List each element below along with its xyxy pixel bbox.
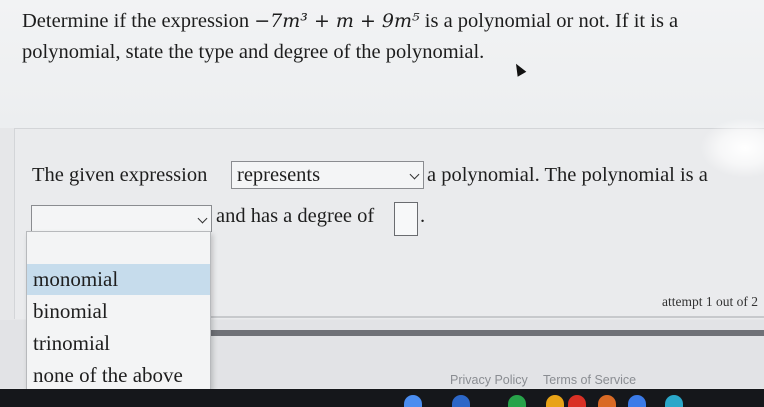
degree-input[interactable]	[394, 202, 418, 236]
app-icon[interactable]	[404, 395, 422, 407]
attempt-counter: attempt 1 out of 2	[662, 294, 758, 309]
app-icon[interactable]	[598, 395, 616, 407]
option-monomial[interactable]: monomial	[27, 264, 210, 295]
app-icon[interactable]	[628, 395, 646, 407]
question-text: Determine if the expression −7m³ + m + 9…	[22, 6, 752, 68]
polynomial-type-dropdown: monomial binomial trinomial none of the …	[26, 231, 211, 393]
dark-strip	[200, 330, 764, 336]
drive-icon[interactable]	[508, 395, 526, 407]
divider	[200, 316, 764, 318]
option-binomial[interactable]: binomial	[27, 296, 210, 327]
screen-glare	[700, 118, 764, 178]
answer-line-1: The given expression	[32, 160, 207, 190]
answer-line-1-suffix: a polynomial. The polynomial is a	[427, 160, 708, 190]
period: .	[420, 205, 426, 227]
app-icon[interactable]	[452, 395, 470, 407]
expression: −7m³ + m + 9m⁵	[254, 10, 420, 32]
answer-line-2: and has a degree of	[216, 201, 374, 231]
represents-select[interactable]: represents	[231, 161, 424, 189]
option-none-of-the-above[interactable]: none of the above	[27, 360, 210, 391]
privacy-policy-link[interactable]: Privacy Policy	[450, 373, 528, 387]
chevron-down-icon	[409, 169, 420, 180]
terms-of-service-link[interactable]: Terms of Service	[543, 373, 636, 387]
taskbar	[0, 389, 764, 407]
play-icon[interactable]	[665, 395, 683, 407]
represents-select-value: represents	[237, 164, 321, 186]
chevron-down-icon	[197, 213, 208, 224]
option-trinomial[interactable]: trinomial	[27, 328, 210, 359]
chrome-icon[interactable]	[568, 395, 586, 407]
answer-prefix: The given expression	[32, 164, 208, 186]
degree-text: and has a degree of	[216, 205, 375, 227]
footer-links: Privacy Policy Terms of Service	[450, 373, 648, 387]
app-icon[interactable]	[546, 395, 564, 407]
polynomial-type-select[interactable]	[31, 205, 212, 232]
question-area: Determine if the expression −7m³ + m + 9…	[0, 0, 764, 128]
question-prefix: Determine if the expression	[22, 10, 255, 32]
answer-mid-text: a polynomial. The polynomial is a	[427, 164, 708, 186]
